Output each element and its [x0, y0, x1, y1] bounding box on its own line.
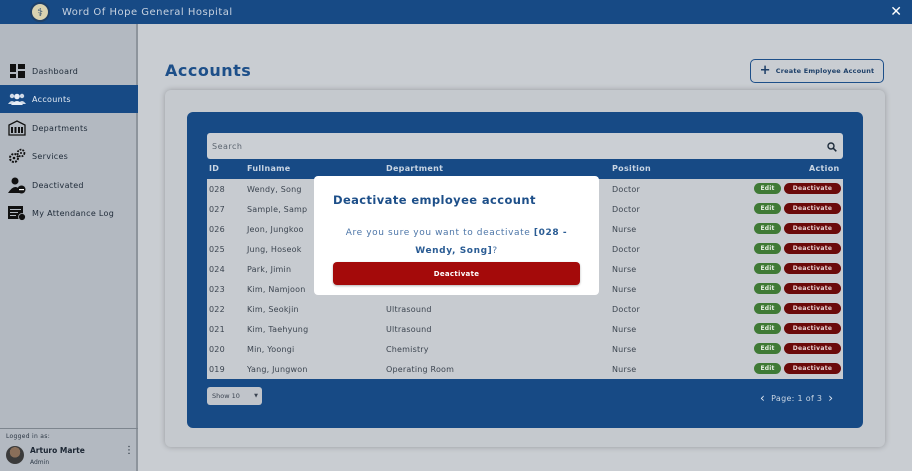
confirm-deactivate-button[interactable]: Deactivate — [333, 262, 580, 285]
modal-message-suffix: ? — [492, 246, 498, 256]
modal-message: Are you sure you want to deactivate [028… — [329, 224, 584, 260]
modal-overlay: Deactivate employee account Are you sure… — [0, 0, 912, 471]
modal-title: Deactivate employee account — [333, 193, 536, 207]
deactivate-modal: Deactivate employee account Are you sure… — [314, 176, 599, 295]
modal-message-prefix: Are you sure you want to deactivate — [345, 228, 534, 238]
